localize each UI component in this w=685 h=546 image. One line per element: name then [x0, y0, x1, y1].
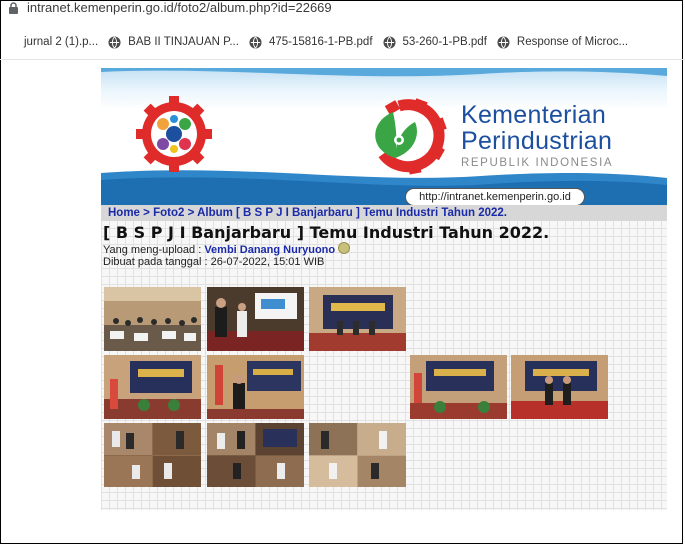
- photo-image: [104, 423, 201, 487]
- ministry-name-line1: Kementerian: [461, 101, 607, 129]
- bookmark-label: jurnal 2 (1).p...: [24, 36, 99, 48]
- uploader-label: Yang meng-upload :: [103, 244, 205, 256]
- globe-icon: [497, 35, 510, 49]
- photo-thumbnail-5[interactable]: [207, 355, 304, 419]
- breadcrumb-foto2-link[interactable]: Foto2: [153, 207, 184, 219]
- photo-thumbnail-6[interactable]: [410, 355, 507, 419]
- photo-image: [104, 355, 201, 419]
- photo-image: [511, 355, 608, 419]
- breadcrumb-album-link[interactable]: Album [ B S P J I Banjarbaru ] Temu Indu…: [197, 207, 507, 219]
- photo-image: [104, 287, 201, 351]
- lock-icon: [9, 2, 18, 14]
- kerja-integritas-emblem: [136, 96, 212, 172]
- bookmark-label: 475-15816-1-PB.pdf: [268, 36, 373, 48]
- photo-thumbnail-2[interactable]: [207, 287, 304, 351]
- breadcrumb-home-link[interactable]: Home: [108, 207, 140, 219]
- photo-thumbnail-4[interactable]: [104, 355, 201, 419]
- url-text[interactable]: intranet.kemenperin.go.id/foto2/album.ph…: [27, 0, 332, 15]
- smiley-icon: [338, 242, 351, 254]
- photo-thumbnail-3[interactable]: [309, 287, 406, 351]
- globe-icon: [382, 35, 396, 49]
- photo-thumbnail-10[interactable]: [309, 423, 406, 487]
- bookmark-label: BAB II TINJAUAN P...: [128, 36, 239, 48]
- ministry-country: REPUBLIK INDONESIA: [461, 157, 614, 169]
- address-bar[interactable]: intranet.kemenperin.go.id/foto2/album.ph…: [8, 0, 685, 20]
- bookmark-item[interactable]: Response of Microc...: [497, 35, 629, 49]
- created-date: Dibuat pada tanggal : 26-07-2022, 15:01 …: [103, 256, 325, 268]
- photo-image: [207, 287, 304, 351]
- bookmark-label: Response of Microc...: [516, 36, 629, 48]
- site-url-badge: http://intranet.kemenperin.go.id: [405, 188, 585, 205]
- uploader-name-link[interactable]: Vembi Danang Nuryuono: [204, 244, 335, 256]
- breadcrumb-separator: >: [184, 207, 198, 219]
- album-title: [ B S P J I Banjarbaru ] Temu Industri T…: [103, 223, 550, 242]
- uploader-line: Yang meng-upload : Vembi Danang Nuryuono: [103, 242, 351, 256]
- photo-thumbnail-8[interactable]: [104, 423, 201, 487]
- photo-image: [309, 287, 406, 351]
- photo-thumbnail-9[interactable]: [207, 423, 304, 487]
- photo-image: [207, 355, 304, 419]
- site-banner: Kementerian Perindustrian REPUBLIK INDON…: [101, 68, 667, 205]
- breadcrumb-separator: >: [139, 207, 154, 219]
- toolbar-divider: [0, 59, 685, 60]
- breadcrumb: Home > Foto2 > Album [ B S P J I Banjarb…: [101, 205, 667, 221]
- bookmark-item[interactable]: jurnal 2 (1).p...: [24, 36, 98, 48]
- photo-image: [410, 355, 507, 419]
- photo-image: [207, 423, 304, 487]
- bookmark-item[interactable]: BAB II TINJAUAN P...: [108, 35, 239, 49]
- photo-image: [309, 423, 406, 487]
- bookmark-item[interactable]: 475-15816-1-PB.pdf: [249, 35, 373, 49]
- ministry-wordmark: Kementerian Perindustrian REPUBLIK INDON…: [461, 102, 613, 169]
- globe-icon: [108, 35, 121, 49]
- globe-icon: [249, 35, 262, 49]
- ministry-name-line2: Perindustrian: [461, 127, 613, 155]
- bookmark-label: 53-260-1-PB.pdf: [402, 36, 487, 48]
- bookmarks-bar: jurnal 2 (1).p... BAB II TINJAUAN P... 4…: [0, 25, 685, 59]
- photo-thumbnail-1[interactable]: [104, 287, 201, 351]
- page-content: Kementerian Perindustrian REPUBLIK INDON…: [101, 68, 667, 510]
- bookmark-item[interactable]: 53-260-1-PB.pdf: [382, 35, 487, 49]
- kemenperin-logo-icon: [375, 98, 447, 175]
- photo-thumbnail-7[interactable]: [511, 355, 608, 419]
